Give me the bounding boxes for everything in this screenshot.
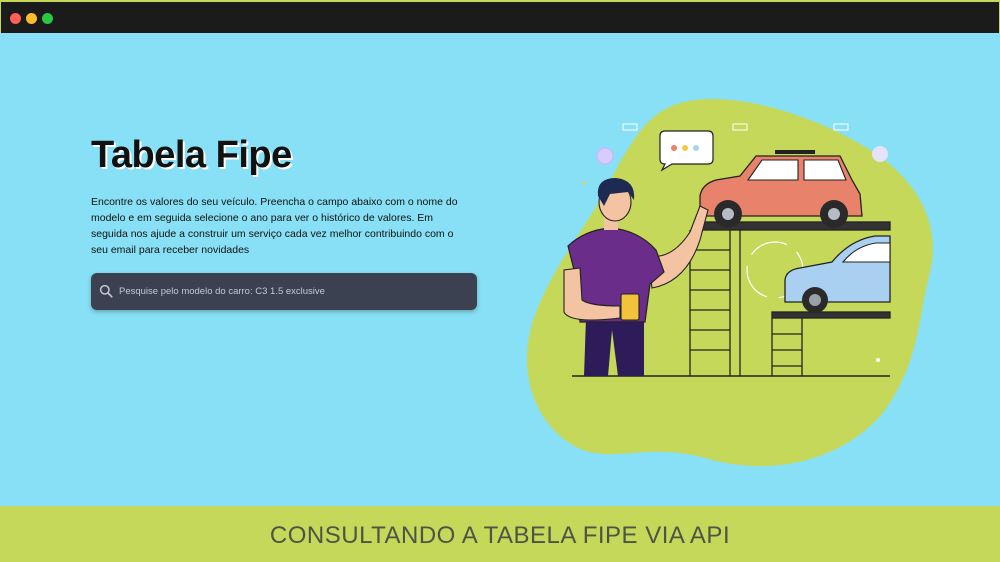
search-input[interactable] — [119, 273, 469, 310]
search-icon — [99, 284, 113, 298]
speech-bubble — [659, 130, 714, 172]
footer-banner: CONSULTANDO A TABELA FIPE VIA API — [0, 506, 1000, 562]
window-titlebar — [0, 0, 1000, 33]
page-title: Tabela Fipe — [91, 134, 292, 176]
decor-sparkle-left — [596, 147, 614, 165]
decor-star-right — [872, 146, 888, 162]
footer-title: CONSULTANDO A TABELA FIPE VIA API — [269, 522, 731, 549]
maximize-window-button[interactable] — [42, 13, 53, 24]
page-description: Encontre os valores do seu veículo. Pree… — [91, 196, 458, 256]
minimize-window-button[interactable] — [26, 13, 37, 24]
close-window-button[interactable] — [10, 13, 21, 24]
hero-illustration — [526, 99, 933, 467]
search-bar[interactable] — [91, 273, 477, 310]
